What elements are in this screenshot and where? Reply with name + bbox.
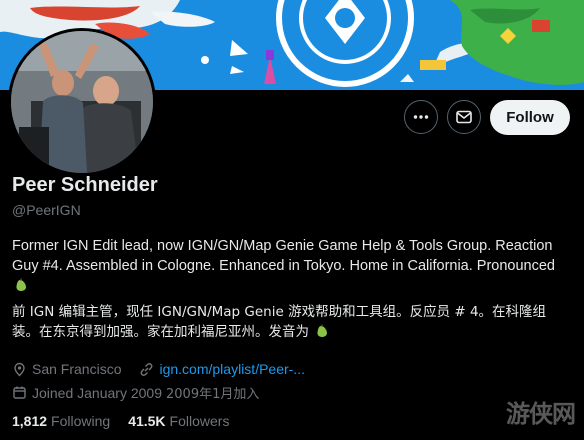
pear-emoji-icon bbox=[317, 324, 328, 337]
message-icon bbox=[456, 110, 472, 124]
joined-text: Joined January 2009 bbox=[32, 384, 162, 401]
following-count: 1,812 bbox=[12, 413, 48, 429]
bio-chinese-text: 前 IGN 编辑主管，现任 IGN/GN/Map Genie 游戏帮助和工具组。… bbox=[12, 304, 547, 340]
following-label: Following bbox=[51, 413, 111, 429]
bio-english: Former IGN Edit lead, now IGN/GN/Map Gen… bbox=[12, 236, 572, 296]
avatar-photo bbox=[11, 31, 153, 173]
joined-text-chinese: 2009年1月加入 bbox=[166, 387, 260, 402]
profile-avatar[interactable] bbox=[8, 28, 156, 176]
more-button[interactable] bbox=[404, 100, 438, 134]
profile-meta-row: San Francisco ign.com/playlist/Peer-... bbox=[12, 361, 305, 377]
follow-button[interactable]: Follow bbox=[490, 100, 570, 135]
site-watermark: 游侠网 bbox=[506, 400, 576, 428]
followers-stat[interactable]: 41.5K Followers bbox=[128, 413, 229, 429]
bio-chinese: 前 IGN 编辑主管，现任 IGN/GN/Map Genie 游戏帮助和工具组。… bbox=[12, 302, 572, 342]
message-button[interactable] bbox=[447, 100, 481, 134]
following-stat[interactable]: 1,812 Following bbox=[12, 413, 110, 429]
followers-count: 41.5K bbox=[128, 413, 166, 429]
pear-emoji-icon bbox=[16, 278, 26, 291]
user-handle: @PeerIGN bbox=[12, 202, 81, 218]
display-name: Peer Schneider bbox=[12, 174, 158, 196]
location-text: San Francisco bbox=[32, 361, 122, 377]
calendar-icon bbox=[12, 385, 27, 400]
bio-english-text: Former IGN Edit lead, now IGN/GN/Map Gen… bbox=[12, 238, 555, 274]
link-icon bbox=[139, 362, 154, 377]
follow-stats: 1,812 Following 41.5K Followers bbox=[12, 413, 247, 429]
website-link[interactable]: ign.com/playlist/Peer-... bbox=[159, 361, 305, 377]
location-icon bbox=[12, 362, 27, 377]
joined-row: Joined January 2009 2009年1月加入 bbox=[12, 383, 259, 402]
followers-label: Followers bbox=[169, 413, 230, 429]
more-icon bbox=[413, 115, 429, 119]
